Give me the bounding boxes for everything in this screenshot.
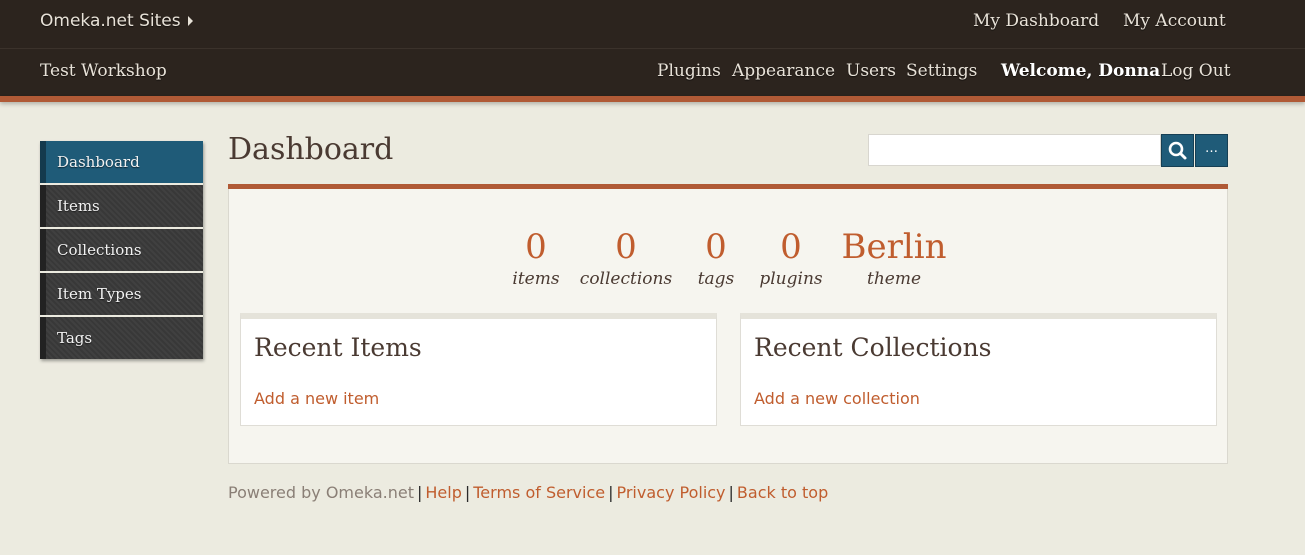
appearance-link[interactable]: Appearance: [732, 61, 835, 81]
footer-separator: |: [608, 483, 614, 502]
terms-of-service-link[interactable]: Terms of Service: [473, 483, 605, 502]
omeka-sites-link[interactable]: Omeka.net Sites: [40, 11, 181, 31]
sidebar-nav: Dashboard Items Collections Item Types T…: [40, 141, 203, 359]
sidebar-item-collections[interactable]: Collections: [40, 229, 203, 271]
stat-items[interactable]: 0 items: [506, 226, 566, 290]
caret-right-icon: [188, 16, 193, 26]
my-account-link[interactable]: My Account: [1123, 11, 1226, 31]
footer-separator: |: [464, 483, 471, 502]
sidebar-item-dashboard[interactable]: Dashboard: [40, 141, 203, 183]
logout-link[interactable]: Log Out: [1161, 61, 1231, 81]
search-icon: [1168, 141, 1187, 160]
add-new-item-link[interactable]: Add a new item: [254, 389, 379, 408]
stat-tags-count: 0: [705, 227, 727, 267]
back-to-top-link[interactable]: Back to top: [737, 483, 828, 502]
add-new-collection-link[interactable]: Add a new collection: [754, 389, 920, 408]
footer: Powered by Omeka.net | Help | Terms of Servi…: [228, 483, 828, 502]
header-divider: [0, 96, 1305, 102]
stat-collections-count: 0: [615, 227, 637, 267]
settings-link[interactable]: Settings: [906, 61, 977, 81]
footer-separator: |: [416, 483, 423, 502]
help-link[interactable]: Help: [425, 483, 461, 502]
stat-collections-label: collections: [579, 269, 673, 289]
stat-plugins-label: plugins: [759, 269, 823, 289]
users-link[interactable]: Users: [846, 61, 896, 81]
search-button[interactable]: [1161, 134, 1194, 167]
recent-items-panel: Recent Items Add a new item: [240, 313, 717, 426]
sidebar-item-item-types[interactable]: Item Types: [40, 273, 203, 315]
page-title: Dashboard: [228, 132, 394, 167]
stat-items-count: 0: [525, 227, 547, 267]
stat-items-label: items: [512, 269, 560, 289]
recent-collections-heading: Recent Collections: [754, 333, 992, 362]
stat-collections[interactable]: 0 collections: [574, 226, 678, 290]
welcome-user-link[interactable]: Welcome, Donna: [1001, 61, 1160, 81]
my-dashboard-link[interactable]: My Dashboard: [973, 11, 1099, 31]
stat-theme[interactable]: Berlin theme: [836, 226, 952, 290]
stat-theme-name: Berlin: [841, 227, 947, 267]
stat-plugins[interactable]: 0 plugins: [754, 226, 828, 290]
privacy-policy-link[interactable]: Privacy Policy: [616, 483, 725, 502]
plugins-link[interactable]: Plugins: [657, 61, 721, 81]
recent-collections-panel: Recent Collections Add a new collection: [740, 313, 1217, 426]
advanced-search-button[interactable]: …: [1195, 134, 1228, 167]
site-title-link[interactable]: Test Workshop: [40, 61, 167, 81]
global-header: [0, 0, 1305, 49]
sidebar-item-items[interactable]: Items: [40, 185, 203, 227]
footer-separator: |: [728, 483, 734, 502]
search-input[interactable]: [868, 134, 1161, 166]
powered-by-text: Powered by Omeka.net: [228, 483, 414, 502]
stat-tags-label: tags: [697, 269, 735, 289]
stat-plugins-count: 0: [780, 227, 802, 267]
sidebar-item-tags[interactable]: Tags: [40, 317, 203, 359]
stat-tags[interactable]: 0 tags: [691, 226, 741, 290]
recent-items-heading: Recent Items: [254, 333, 422, 362]
stat-theme-label: theme: [866, 269, 922, 289]
